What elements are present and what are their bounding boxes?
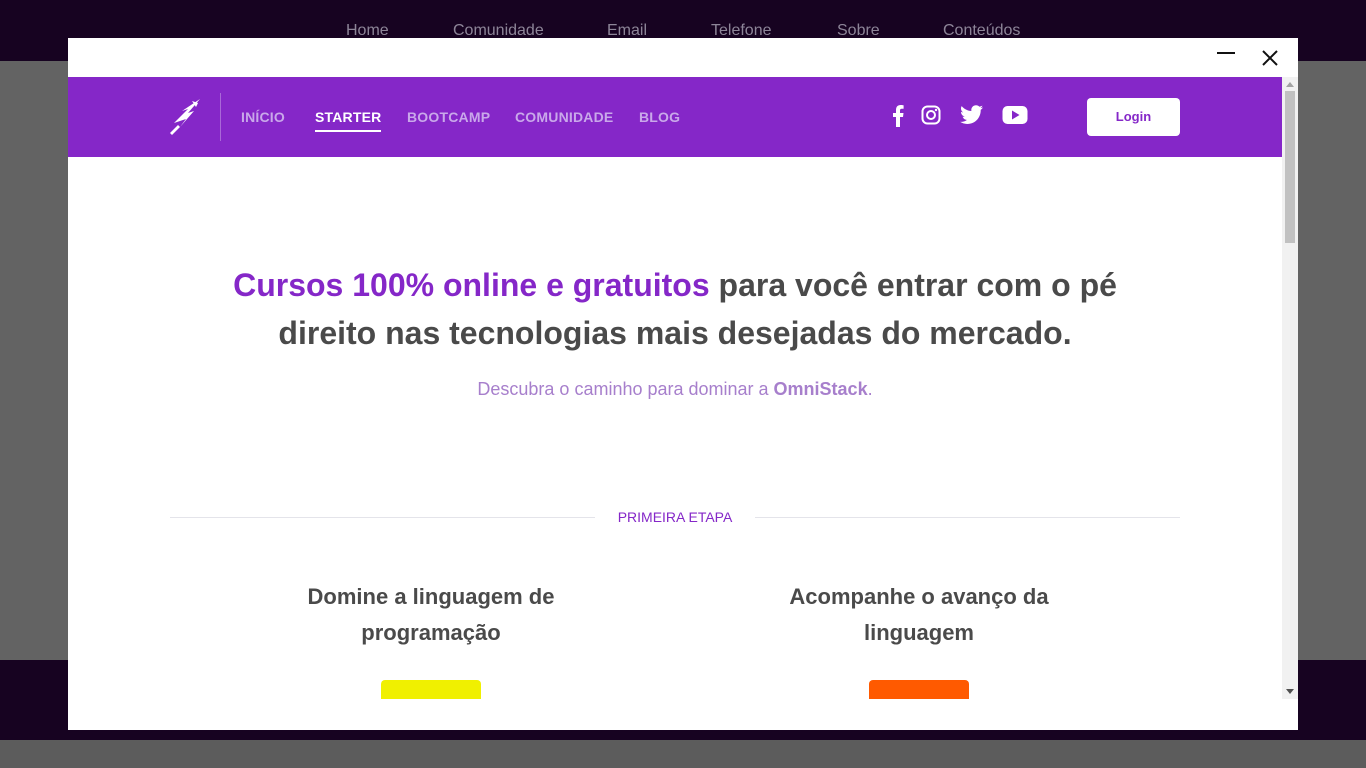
embedded-page: INÍCIO STARTER BOOTCAMP COMUNIDADE BLOG	[68, 77, 1282, 699]
card-title-programming: Domine a linguagem de programação	[307, 584, 555, 645]
modal-window: INÍCIO STARTER BOOTCAMP COMUNIDADE BLOG	[68, 38, 1298, 730]
login-button[interactable]: Login	[1087, 98, 1180, 136]
rocketseat-logo[interactable]	[168, 97, 204, 137]
nav-item-comunidade[interactable]: COMUNIDADE	[515, 109, 613, 125]
hero-title-highlight: Cursos 100% online e gratuitos	[233, 267, 710, 303]
scrollbar-thumb[interactable]	[1285, 91, 1295, 243]
stage-divider-left	[170, 517, 595, 518]
hero-subtitle-brand: OmniStack	[773, 379, 868, 399]
logo-divider	[220, 93, 221, 141]
hero-title: Cursos 100% online e gratuitos para você…	[188, 261, 1162, 357]
card-badge-orange	[869, 680, 969, 699]
facebook-link[interactable]	[892, 105, 904, 132]
minimize-button[interactable]	[1216, 46, 1236, 66]
close-button[interactable]	[1260, 48, 1280, 68]
nav-item-blog[interactable]: BLOG	[639, 109, 680, 125]
scroll-up-arrow-icon[interactable]	[1286, 82, 1294, 87]
youtube-link[interactable]	[1002, 105, 1028, 130]
scrollbar[interactable]	[1282, 77, 1298, 699]
rocket-logo-icon	[170, 99, 200, 135]
hero-subtitle-suffix: .	[867, 379, 873, 399]
stage-divider-right	[755, 517, 1180, 518]
site-header: INÍCIO STARTER BOOTCAMP COMUNIDADE BLOG	[68, 77, 1282, 157]
youtube-icon	[1002, 106, 1028, 124]
background-bottom	[0, 740, 1366, 768]
instagram-icon	[921, 105, 941, 125]
nav-item-inicio[interactable]: INÍCIO	[241, 109, 285, 125]
facebook-icon	[893, 105, 904, 127]
hero-subtitle: Descubra o caminho para dominar a OmniSt…	[188, 379, 1162, 400]
twitter-link[interactable]	[960, 105, 984, 130]
close-icon	[1262, 50, 1278, 66]
card-title-language: Acompanhe o avanço da linguagem	[789, 584, 1049, 645]
twitter-icon	[960, 105, 983, 124]
nav-item-starter[interactable]: STARTER	[315, 109, 382, 132]
scroll-down-arrow-icon[interactable]	[1286, 689, 1294, 694]
card-badge-yellow	[381, 680, 481, 699]
modal-titlebar	[68, 38, 1298, 77]
instagram-link[interactable]	[921, 105, 941, 130]
hero-subtitle-prefix: Descubra o caminho para dominar a	[477, 379, 774, 399]
stage-label: PRIMEIRA ETAPA	[617, 509, 733, 525]
nav-item-bootcamp[interactable]: BOOTCAMP	[407, 109, 490, 125]
